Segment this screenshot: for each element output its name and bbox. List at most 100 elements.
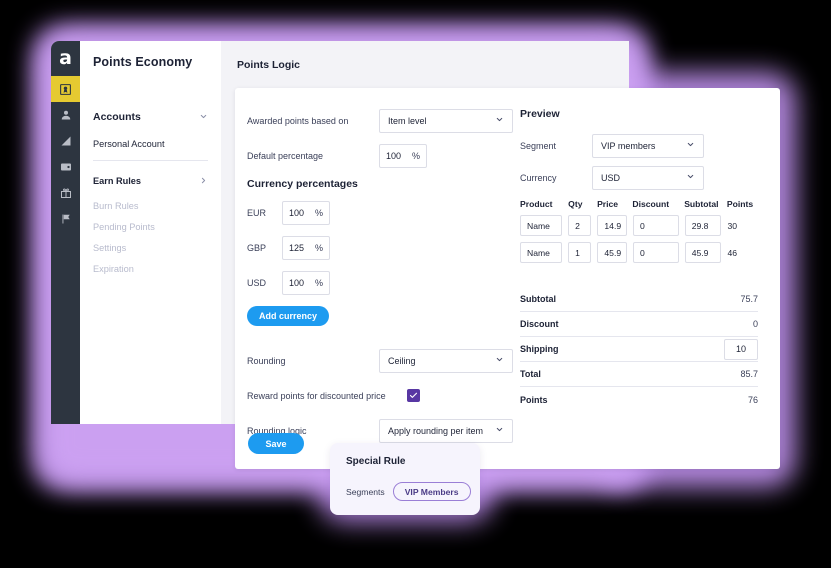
reward-discounted-price-checkbox[interactable] [407, 389, 420, 402]
currency-code: GBP [247, 242, 267, 253]
preview-panel: Preview Segment VIP members Currency USD [520, 88, 780, 469]
rounding-select[interactable]: Ceiling [379, 348, 513, 373]
summary-row-discount: Discount 0 [520, 312, 758, 337]
currency-row-gbp: GBP 125 % [247, 235, 520, 260]
sidebar-item-earn-rules[interactable]: Earn Rules [93, 172, 208, 190]
preview-summary: Subtotal 75.7 Discount 0 Shipping 10 Tot… [520, 287, 758, 412]
currency-percentage-input-eur[interactable]: 100 % [282, 200, 330, 225]
user-icon [60, 109, 72, 121]
rail-item-chart[interactable] [51, 128, 80, 154]
app-logo[interactable]: a [51, 41, 80, 76]
summary-value: 0 [752, 319, 758, 329]
column-header-qty: Qty [568, 199, 583, 209]
default-percentage-input[interactable]: 100 % [379, 143, 427, 168]
cell-price-input[interactable]: 14.9 [597, 215, 627, 236]
field-default-percentage: Default percentage 100 % [247, 143, 520, 168]
summary-row-total: Total 85.7 [520, 362, 758, 387]
wallet-icon [60, 161, 72, 173]
award-badge-icon [59, 83, 72, 96]
field-reward-discounted-price: Reward points for discounted price [247, 383, 520, 408]
settings-form: Awarded points based on Item level Defau… [235, 88, 520, 469]
column-header-subtotal: Subtotal [684, 199, 719, 209]
segment-pill[interactable]: VIP Members [392, 482, 471, 501]
rail-item-wallet[interactable] [51, 154, 80, 180]
summary-row-points: Points 76 [520, 387, 758, 412]
cell-discount-input[interactable]: 0 [632, 242, 679, 263]
chevron-right-icon [199, 172, 208, 190]
save-button[interactable]: Save [248, 433, 304, 454]
cell-product-input[interactable]: Name [520, 215, 563, 236]
percent-symbol: % [314, 207, 323, 218]
shipping-input[interactable]: 10 [724, 338, 758, 360]
add-currency-button[interactable]: Add currency [247, 306, 330, 326]
rail-item-award-badge[interactable] [51, 76, 80, 102]
cell-subtotal-input[interactable]: 45.9 [684, 242, 722, 263]
segment-value: VIP members [601, 140, 656, 151]
summary-label: Discount [520, 319, 559, 329]
summary-label: Total [520, 369, 541, 379]
reward-discounted-price-label: Reward points for discounted price [247, 390, 386, 401]
table-header-row: Product Qty Price Discount Subtotal Poin… [520, 199, 758, 209]
cell-subtotal-input[interactable]: 29.8 [684, 215, 722, 236]
sidebar-item-settings[interactable]: Settings [93, 243, 208, 253]
table-row: Name 1 45.9 0 45.9 46 [520, 242, 758, 263]
cell-discount-input[interactable]: 0 [632, 215, 679, 236]
rail-item-user[interactable] [51, 102, 80, 128]
awarded-points-select[interactable]: Item level [379, 108, 513, 133]
preview-table: Product Qty Price Discount Subtotal Poin… [520, 199, 758, 263]
cell-qty-input[interactable]: 1 [568, 242, 592, 263]
brand-title: Points Economy [93, 55, 193, 69]
cell-points-value: 46 [727, 247, 738, 258]
rail-item-flag[interactable] [51, 206, 80, 232]
chevron-down-icon [199, 108, 208, 126]
sidebar-section-accounts[interactable]: Accounts [93, 108, 208, 126]
field-rounding: Rounding Ceiling [247, 348, 520, 373]
sidebar-divider [93, 160, 208, 161]
rail-item-gift[interactable] [51, 180, 80, 206]
currency-percentage-input-usd[interactable]: 100 % [282, 270, 330, 295]
field-awarded-points-based-on: Awarded points based on Item level [247, 108, 520, 133]
sidebar-nav: Points Economy Accounts Personal Account… [80, 41, 221, 424]
sidebar-item-burn-rules[interactable]: Burn Rules [93, 201, 208, 211]
table-row: Name 2 14.9 0 29.8 30 [520, 215, 758, 236]
chevron-down-icon [686, 172, 695, 183]
currency-percentage-input-gbp[interactable]: 125 % [282, 235, 330, 260]
field-segment: Segment VIP members [520, 133, 758, 158]
rounding-logic-value: Apply rounding per item [388, 425, 484, 436]
currency-percentages-heading: Currency percentages [247, 178, 358, 190]
summary-value: 76 [747, 394, 758, 405]
special-rule-title: Special Rule [346, 456, 406, 467]
chevron-down-icon [495, 355, 504, 366]
currency-code: USD [247, 277, 267, 288]
flag-icon [60, 213, 72, 225]
chart-icon [60, 135, 72, 147]
column-header-discount: Discount [632, 199, 670, 209]
summary-label: Points [520, 394, 548, 405]
currency-select[interactable]: USD [592, 165, 704, 190]
sidebar-item-expiration[interactable]: Expiration [93, 264, 208, 274]
awarded-points-label: Awarded points based on [247, 115, 349, 126]
segment-select[interactable]: VIP members [592, 133, 704, 158]
content-header: Points Logic [221, 41, 629, 88]
currency-label: Currency [520, 172, 557, 183]
summary-value: 85.7 [740, 369, 758, 379]
default-percentage-label: Default percentage [247, 150, 324, 161]
sidebar-item-pending-points[interactable]: Pending Points [93, 222, 208, 232]
currency-value: USD [601, 172, 621, 183]
currency-percentage-value: 100 [289, 207, 305, 218]
currency-code: EUR [247, 207, 267, 218]
percent-symbol: % [314, 242, 323, 253]
summary-label: Subtotal [520, 294, 556, 304]
chevron-down-icon [495, 425, 504, 436]
rounding-logic-select[interactable]: Apply rounding per item [379, 418, 513, 443]
summary-row-shipping: Shipping 10 [520, 337, 758, 362]
cell-qty-input[interactable]: 2 [568, 215, 592, 236]
column-header-price: Price [597, 199, 619, 209]
cell-product-input[interactable]: Name [520, 242, 563, 263]
cell-price-input[interactable]: 45.9 [597, 242, 627, 263]
preview-title: Preview [520, 108, 560, 120]
sidebar-item-personal-account[interactable]: Personal Account [93, 139, 208, 149]
icon-rail: a [51, 41, 80, 424]
check-icon [409, 391, 418, 400]
